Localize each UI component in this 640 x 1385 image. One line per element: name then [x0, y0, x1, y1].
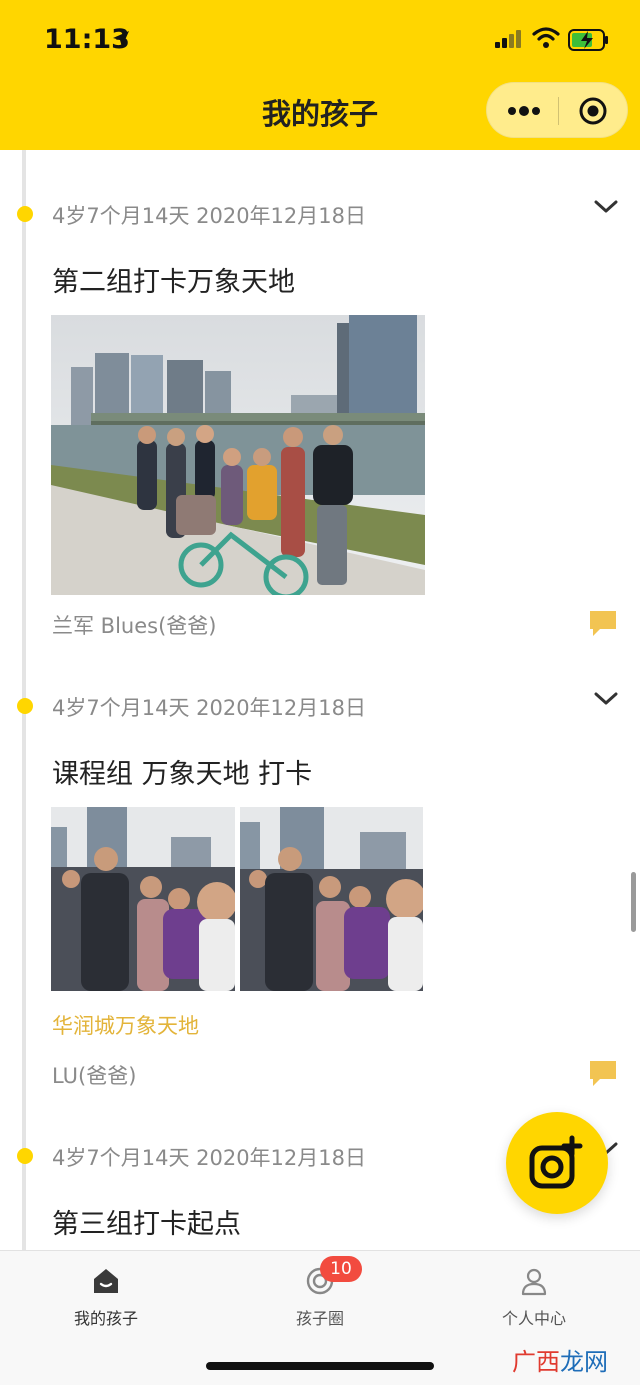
capsule-divider — [558, 97, 559, 125]
post-author: LU(爸爸) — [52, 1064, 137, 1088]
add-photo-button[interactable] — [506, 1112, 608, 1214]
comment-icon[interactable] — [588, 1059, 618, 1087]
scroll-indicator[interactable] — [631, 872, 636, 932]
chevron-down-icon[interactable] — [594, 692, 618, 706]
timeline-dot — [17, 1148, 33, 1164]
post-date: 4岁7个月14天 2020年12月18日 — [52, 1146, 367, 1170]
post-photo[interactable] — [51, 807, 235, 991]
home-icon — [94, 1269, 118, 1293]
notification-badge: 10 — [320, 1256, 362, 1282]
post-photo[interactable] — [51, 315, 425, 595]
post-title: 第三组打卡起点 — [52, 1209, 241, 1240]
comment-icon[interactable] — [588, 609, 618, 637]
status-bar: 11:13 — [0, 0, 640, 80]
mini-program-capsule — [486, 82, 628, 138]
tab-kids-circle[interactable]: 孩子圈 — [250, 1265, 390, 1329]
tab-label: 个人中心 — [501, 1309, 566, 1328]
top-header: 11:13 我的孩子 — [0, 0, 640, 150]
tab-label: 我的孩子 — [73, 1309, 138, 1328]
person-icon — [521, 1268, 547, 1296]
post-date: 4岁7个月14天 2020年12月18日 — [52, 204, 367, 228]
post-author: 兰军 Blues(爸爸) — [52, 614, 217, 638]
post-photo[interactable] — [240, 807, 423, 991]
post-date: 4岁7个月14天 2020年12月18日 — [52, 696, 367, 720]
chevron-down-icon[interactable] — [594, 200, 618, 214]
app-screen: 11:13 我的孩子 4岁7个月14天 2020年12月18日 第二组打卡万象天… — [0, 0, 640, 1385]
tab-label: 孩子圈 — [295, 1309, 344, 1328]
tab-profile[interactable]: 个人中心 — [464, 1265, 604, 1329]
timeline-dot — [17, 698, 33, 714]
camera-add-icon — [529, 1135, 583, 1189]
post-location[interactable]: 华润城万象天地 — [52, 1010, 199, 1040]
home-indicator[interactable] — [206, 1362, 434, 1370]
more-options-icon[interactable] — [507, 101, 541, 121]
timeline-dot — [17, 206, 33, 222]
watermark-logo: 广西龙网 — [512, 1348, 608, 1376]
post-title: 第二组打卡万象天地 — [52, 267, 295, 298]
tab-my-kids[interactable]: 我的孩子 — [36, 1265, 176, 1329]
battery-charging-icon — [568, 29, 608, 51]
location-arrow-icon — [113, 31, 129, 47]
post-title: 课程组 万象天地 打卡 — [52, 759, 313, 790]
close-target-icon[interactable] — [577, 95, 609, 127]
signal-icon — [495, 30, 521, 48]
wifi-icon — [532, 27, 560, 48]
